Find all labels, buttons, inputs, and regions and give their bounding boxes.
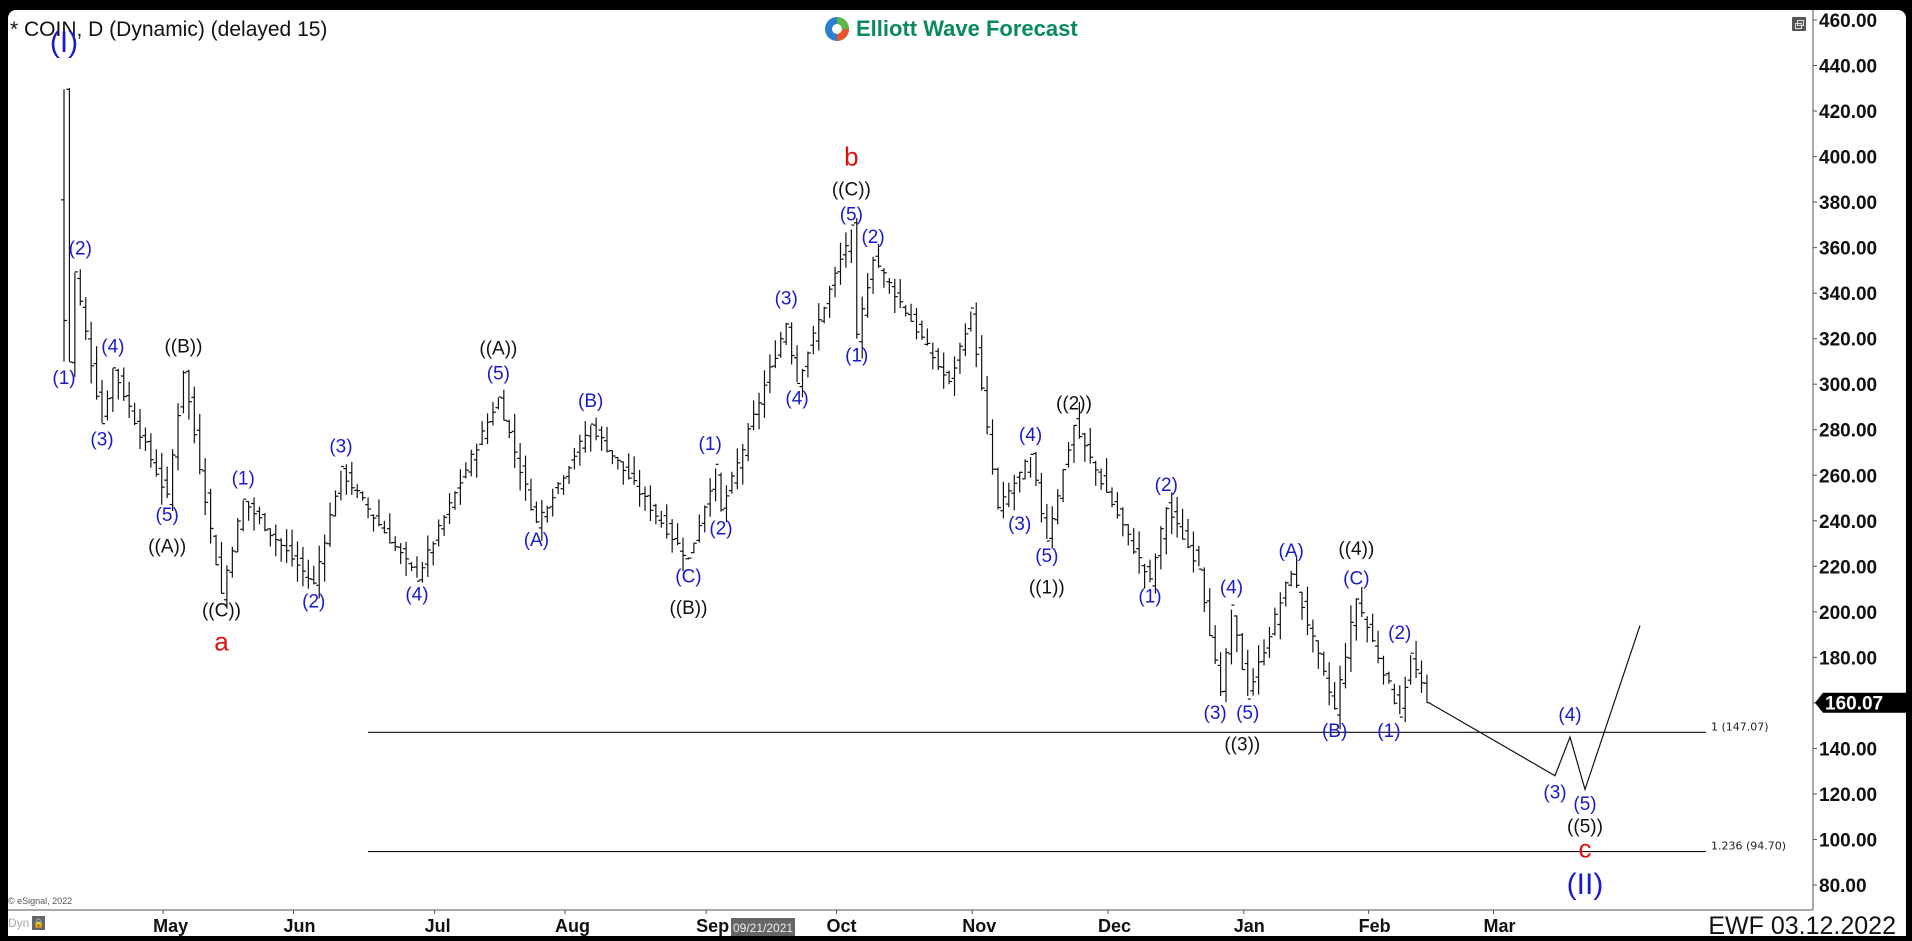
- wave-label: a: [214, 627, 229, 657]
- y-tick-label: 80.00: [1819, 876, 1867, 897]
- projection-path: [1428, 625, 1641, 792]
- wave-label: (3): [90, 430, 113, 451]
- wave-label: ((A)): [479, 339, 517, 360]
- wave-label: (2): [302, 591, 325, 612]
- fib-level-label: 1.236 (94.70): [1711, 840, 1786, 853]
- wave-label: (5): [156, 505, 179, 526]
- y-tick-label: 240.00: [1819, 512, 1877, 533]
- x-tick-label: Jun: [283, 916, 315, 936]
- y-tick-label: 180.00: [1819, 648, 1877, 669]
- wave-label: (2): [709, 518, 732, 539]
- wave-label: (3): [1543, 783, 1566, 804]
- wave-label: (3): [1008, 514, 1031, 535]
- copyright-text: © eSignal, 2022: [8, 896, 73, 906]
- wave-label: (4): [1558, 705, 1581, 726]
- wave-label: (5): [487, 364, 510, 385]
- wave-label: (A): [1279, 541, 1304, 562]
- x-tick-label: Oct: [826, 916, 856, 936]
- wave-label: ((C)): [202, 600, 241, 621]
- y-tick-label: 400.00: [1819, 148, 1877, 169]
- y-tick-label: 300.00: [1819, 375, 1877, 396]
- footer-stamp: EWF 03.12.2022: [1708, 912, 1896, 936]
- chart-window: * COIN, D (Dynamic) (delayed 15) Elliott…: [8, 10, 1906, 936]
- wave-label: (4): [101, 336, 124, 357]
- x-tick-label: Jan: [1234, 916, 1265, 936]
- wave-label: (3): [1204, 703, 1227, 724]
- wave-label: (4): [1220, 578, 1243, 599]
- wave-label: (1): [699, 434, 722, 455]
- wave-label: ((A)): [148, 537, 186, 558]
- wave-label: (B): [1322, 721, 1347, 742]
- wave-label: (5): [840, 204, 863, 225]
- wave-label: (4): [405, 584, 428, 605]
- wave-label: (C): [1343, 569, 1369, 590]
- wave-label: (5): [1236, 703, 1259, 724]
- x-tick-label: Jul: [425, 916, 451, 936]
- y-tick-label: 120.00: [1819, 785, 1877, 806]
- x-tick-label: Feb: [1359, 916, 1391, 936]
- wave-label: (2): [861, 227, 884, 248]
- wave-label: b: [844, 142, 858, 172]
- y-tick-label: 140.00: [1819, 739, 1877, 760]
- y-tick-label: 420.00: [1819, 102, 1877, 123]
- wave-label: ((4)): [1338, 539, 1374, 560]
- y-tick-label: 320.00: [1819, 330, 1877, 351]
- wave-label: (5): [1573, 794, 1596, 815]
- wave-label: (1): [1377, 721, 1400, 742]
- wave-label: (3): [775, 289, 798, 310]
- x-tick-label: Sep: [696, 916, 729, 936]
- wave-label: c: [1579, 834, 1592, 864]
- wave-label: (5): [1035, 546, 1058, 567]
- wave-label: (II): [1567, 868, 1604, 901]
- wave-label: ((1)): [1029, 578, 1065, 599]
- wave-label: (1): [845, 345, 868, 366]
- wave-label: ((3)): [1224, 735, 1260, 756]
- wave-label: ((B)): [164, 336, 202, 357]
- wave-label: (1): [1138, 587, 1161, 608]
- wave-label: (C): [675, 566, 701, 587]
- wave-label: (2): [69, 238, 92, 259]
- y-tick-label: 200.00: [1819, 603, 1877, 624]
- wave-label: (4): [785, 389, 808, 410]
- y-tick-label: 340.00: [1819, 284, 1877, 305]
- y-tick-label: 100.00: [1819, 830, 1877, 851]
- y-tick-label: 380.00: [1819, 193, 1877, 214]
- lock-icon[interactable]: 🔒: [32, 916, 46, 930]
- wave-label: (4): [1019, 425, 1042, 446]
- date-cursor-label: 09/21/2021: [731, 918, 796, 936]
- wave-label: (1): [52, 368, 75, 389]
- dyn-label: Dyn: [8, 916, 30, 930]
- price-chart[interactable]: 1 (147.07)1.236 (94.70) (I)(2)(1)(4)(3)(…: [8, 10, 1906, 936]
- wave-label: (A): [524, 530, 549, 551]
- y-tick-label: 440.00: [1819, 57, 1877, 78]
- wave-label: (1): [232, 468, 255, 489]
- wave-label: (2): [1155, 475, 1178, 496]
- fib-level-label: 1 (147.07): [1711, 720, 1769, 733]
- last-price-label: 160.07: [1825, 694, 1883, 715]
- x-tick-label: Mar: [1484, 916, 1516, 936]
- y-tick-label: 360.00: [1819, 239, 1877, 260]
- wave-label: (2): [1388, 623, 1411, 644]
- x-tick-label: May: [153, 916, 188, 936]
- x-tick-label: Aug: [555, 916, 590, 936]
- y-tick-label: 280.00: [1819, 421, 1877, 442]
- wave-label: ((2)): [1056, 393, 1092, 414]
- wave-label: ((B)): [669, 598, 707, 619]
- y-tick-label: 260.00: [1819, 466, 1877, 487]
- x-tick-label: Nov: [962, 916, 996, 936]
- wave-label: (B): [578, 391, 603, 412]
- y-tick-label: 460.00: [1819, 11, 1877, 32]
- wave-label: (3): [329, 437, 352, 458]
- wave-label: (I): [50, 26, 78, 59]
- x-tick-label: Dec: [1098, 916, 1131, 936]
- dyn-toggle[interactable]: Dyn 🔒: [8, 916, 46, 930]
- y-tick-label: 220.00: [1819, 557, 1877, 578]
- wave-label: ((C)): [832, 179, 871, 200]
